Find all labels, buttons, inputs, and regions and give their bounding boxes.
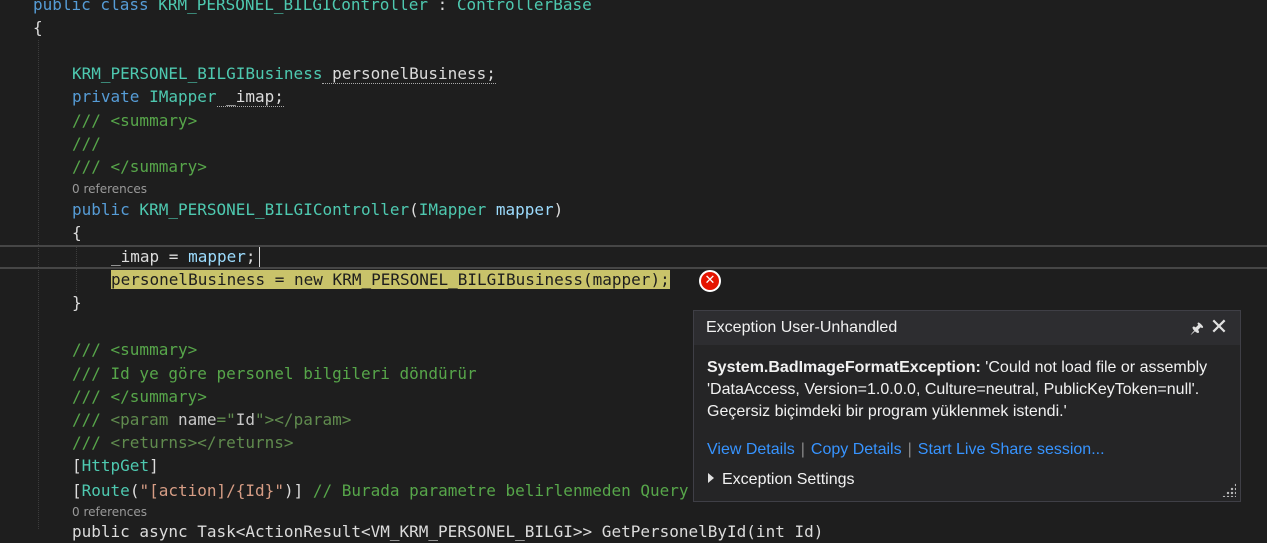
code-line-class-declaration: public class KRM_PERSONEL_BILGIControlle… bbox=[33, 0, 592, 16]
parameter-text: mapper bbox=[188, 247, 246, 266]
exception-settings-label: Exception Settings bbox=[722, 471, 855, 488]
code-line-comment: /// <summary> bbox=[72, 111, 198, 130]
close-icon[interactable]: ✕ bbox=[1208, 315, 1230, 339]
comment-text: /// bbox=[72, 433, 111, 452]
code-text: ( bbox=[409, 200, 419, 219]
indent-guide bbox=[38, 40, 39, 529]
code-line-comment: /// <summary> bbox=[72, 340, 198, 359]
keyword-text: public class bbox=[33, 0, 159, 14]
code-line-assignment: _imap = mapper; bbox=[111, 245, 256, 268]
popup-links: View Details | Copy Details | Start Live Sha… bbox=[707, 439, 1105, 461]
code-line-attribute: [Route("[action]/{Id}")] // Burada param… bbox=[72, 479, 689, 502]
type-text: IMapper bbox=[139, 87, 217, 106]
exception-message: System.BadImageFormatException: 'Could n… bbox=[707, 357, 1227, 423]
exception-helper-popup: Exception User-Unhandled 🖈 ✕ System.BadI… bbox=[693, 310, 1241, 502]
code-line-current-statement: personelBusiness = new KRM_PERSONEL_BILG… bbox=[111, 268, 670, 291]
view-details-link[interactable]: View Details bbox=[707, 441, 795, 458]
code-line-method: public async Task<ActionResult<VM_KRM_PE… bbox=[72, 522, 824, 541]
xml-attr-text: name bbox=[177, 410, 217, 429]
error-icon[interactable]: ✕ bbox=[699, 270, 721, 292]
code-line-field: private IMapper _imap; bbox=[72, 85, 284, 108]
comment-text: // Burada parametre belirlenmeden Query bbox=[303, 481, 689, 500]
xml-tag-text: <param bbox=[110, 410, 178, 429]
code-line-comment: /// <param name="Id"></param> bbox=[72, 408, 351, 431]
link-separator: | bbox=[800, 441, 805, 458]
expand-triangle-icon bbox=[708, 473, 714, 483]
type-text: KRM_PERSONEL_BILGIController bbox=[129, 200, 410, 219]
code-text: ) bbox=[553, 200, 564, 219]
next-statement-highlight: personelBusiness = new KRM_PERSONEL_BILG… bbox=[111, 270, 670, 289]
code-text: _imap = bbox=[111, 247, 189, 266]
code-text: [ bbox=[72, 456, 82, 475]
code-text: : bbox=[427, 0, 457, 14]
copy-details-link[interactable]: Copy Details bbox=[811, 441, 902, 458]
type-text: KRM_PERSONEL_BILGIController bbox=[158, 0, 428, 14]
xml-tag-text: "></param> bbox=[255, 410, 352, 429]
codelens-references[interactable]: 0 references bbox=[72, 181, 147, 197]
codelens-references[interactable]: 0 references bbox=[72, 504, 147, 520]
popup-title: Exception User-Unhandled bbox=[706, 319, 898, 336]
code-line: } bbox=[72, 293, 82, 312]
code-text: ; bbox=[245, 247, 256, 266]
code-line-field: KRM_PERSONEL_BILGIBusiness personelBusin… bbox=[72, 62, 496, 85]
code-text: ] bbox=[149, 456, 159, 475]
keyword-text: private bbox=[72, 87, 140, 106]
code-line: { bbox=[72, 223, 82, 242]
type-text: HttpGet bbox=[81, 456, 150, 475]
code-line-constructor: public KRM_PERSONEL_BILGIController(IMap… bbox=[72, 198, 563, 221]
code-line-comment: /// </summary> bbox=[72, 387, 207, 406]
code-text: ( bbox=[129, 481, 140, 500]
code-text: [ bbox=[72, 481, 82, 500]
type-text: IMapper bbox=[418, 200, 487, 219]
code-line-attribute: [HttpGet] bbox=[72, 454, 159, 477]
code-line-comment: /// bbox=[72, 134, 101, 153]
code-text: personelBusiness; bbox=[322, 64, 496, 84]
xml-tag-text: <returns></returns> bbox=[110, 433, 294, 452]
exception-settings-expander[interactable]: Exception Settings bbox=[708, 469, 855, 491]
code-line-comment: /// Id ye göre personel bilgileri döndür… bbox=[72, 364, 477, 383]
code-text: )] bbox=[283, 481, 304, 500]
code-line-comment: /// <returns></returns> bbox=[72, 431, 294, 454]
xml-tag-text: =" bbox=[216, 410, 236, 429]
code-text: _imap; bbox=[216, 87, 284, 107]
live-share-link[interactable]: Start Live Share session... bbox=[918, 441, 1105, 458]
pin-icon[interactable]: 🖈 bbox=[1190, 318, 1204, 337]
comment-text: /// bbox=[72, 410, 111, 429]
code-line-comment: /// </summary> bbox=[72, 157, 207, 176]
xml-attr-text: Id bbox=[235, 410, 256, 429]
text-caret bbox=[259, 247, 260, 267]
parameter-text: mapper bbox=[486, 200, 554, 219]
link-separator: | bbox=[907, 441, 912, 458]
keyword-text: public bbox=[72, 200, 130, 219]
type-text: KRM_PERSONEL_BILGIBusiness bbox=[72, 64, 323, 83]
type-text: ControllerBase bbox=[456, 0, 592, 14]
resize-grip-icon[interactable] bbox=[1222, 483, 1236, 497]
exception-type: System.BadImageFormatException: bbox=[707, 359, 981, 376]
string-text: "[action]/{Id}" bbox=[139, 481, 284, 500]
type-text: Route bbox=[81, 481, 130, 500]
popup-header: Exception User-Unhandled 🖈 ✕ bbox=[694, 311, 1240, 345]
code-line: { bbox=[33, 18, 43, 37]
